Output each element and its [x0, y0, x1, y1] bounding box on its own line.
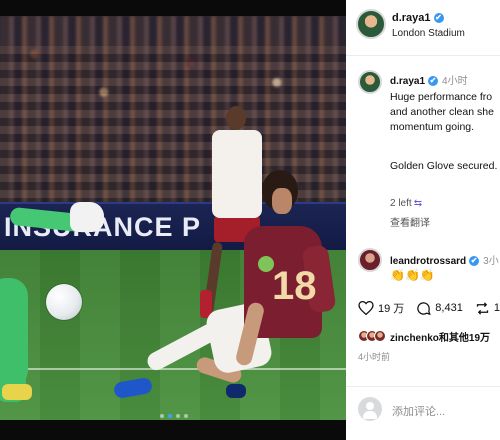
- comment-icon: [417, 301, 432, 315]
- shirt-number: 18: [272, 264, 317, 308]
- verified-icon: ✔: [428, 76, 439, 86]
- comment-username-text[interactable]: d.raya1: [390, 76, 425, 87]
- comment-avatar[interactable]: [358, 70, 382, 94]
- carousel-dots: [160, 414, 188, 418]
- author-avatar[interactable]: [356, 9, 386, 39]
- caption-text: Huge performance fro and another clean s…: [390, 90, 500, 135]
- carousel-dot-active[interactable]: [168, 414, 172, 418]
- comments-count: 8,431: [435, 302, 463, 314]
- liked-by-text[interactable]: zinchenko和其他19万: [390, 329, 490, 344]
- liked-by[interactable]: zinchenko和其他19万: [358, 328, 490, 344]
- like-button[interactable]: 19 万: [358, 300, 404, 316]
- author-username-text[interactable]: d.raya1: [392, 12, 431, 24]
- add-comment-row: 添加评论...: [346, 386, 500, 440]
- comment-likes-text[interactable]: 2 left: [390, 198, 412, 209]
- goalkeeper-boot: [2, 384, 32, 400]
- repost-icon: [476, 301, 488, 315]
- pitch-line: [0, 368, 346, 370]
- player-claret-boot-2: [226, 384, 246, 398]
- player-claret-face: [272, 188, 292, 214]
- comment-text: 👏👏👏: [390, 268, 435, 282]
- comments-panel: d.raya1 ✔ London Stadium d.raya1 ✔ 4小时 Huge…: [346, 0, 500, 440]
- post-timestamp: 4小时前: [358, 352, 391, 362]
- player-white-head: [226, 106, 246, 130]
- repost-button[interactable]: 1: [475, 301, 500, 316]
- caption-line: momentum going.: [390, 121, 475, 133]
- author-username[interactable]: d.raya1 ✔: [392, 12, 444, 24]
- comment-time: 3小: [483, 256, 499, 267]
- comment-username[interactable]: d.raya1 ✔ 4小时: [390, 72, 468, 87]
- comment-likes[interactable]: 2 left ⇆: [390, 198, 422, 209]
- comment-username-text[interactable]: leandrotrossard: [390, 256, 466, 267]
- comment-avatar[interactable]: [358, 248, 382, 272]
- goalkeeper-glove: [70, 202, 104, 232]
- comment-time: 4小时: [442, 76, 468, 87]
- comment-button[interactable]: 8,431: [416, 301, 463, 316]
- translate-icon: ⇆: [413, 198, 423, 209]
- comment-username[interactable]: leandrotrossard ✔ 3小: [390, 252, 499, 267]
- carousel-dot[interactable]: [160, 414, 164, 418]
- heart-icon: [358, 301, 374, 315]
- see-translation-link[interactable]: 查看翻译: [390, 214, 430, 229]
- carousel-dot[interactable]: [184, 414, 188, 418]
- add-comment-input[interactable]: 添加评论...: [392, 403, 445, 419]
- caption-line: Huge performance fro: [390, 91, 493, 103]
- carousel-dot[interactable]: [176, 414, 180, 418]
- caption-line: Golden Glove secured.: [390, 160, 498, 172]
- post-header: d.raya1 ✔ London Stadium: [346, 0, 500, 56]
- post-photo[interactable]: INSURANCE P 18: [0, 16, 346, 420]
- caption-line: and another clean she: [390, 106, 494, 118]
- liker-avatar: [374, 330, 386, 342]
- action-bar: 19 万 8,431 1: [358, 298, 500, 318]
- player-white-shirt: [212, 130, 262, 218]
- verified-icon: ✔: [469, 256, 480, 266]
- current-user-avatar: [358, 397, 382, 421]
- reposts-count: 1: [493, 302, 500, 314]
- football: [46, 284, 82, 320]
- location-link[interactable]: London Stadium: [392, 28, 465, 39]
- likes-count: 19 万: [378, 303, 405, 315]
- verified-icon: ✔: [433, 13, 444, 23]
